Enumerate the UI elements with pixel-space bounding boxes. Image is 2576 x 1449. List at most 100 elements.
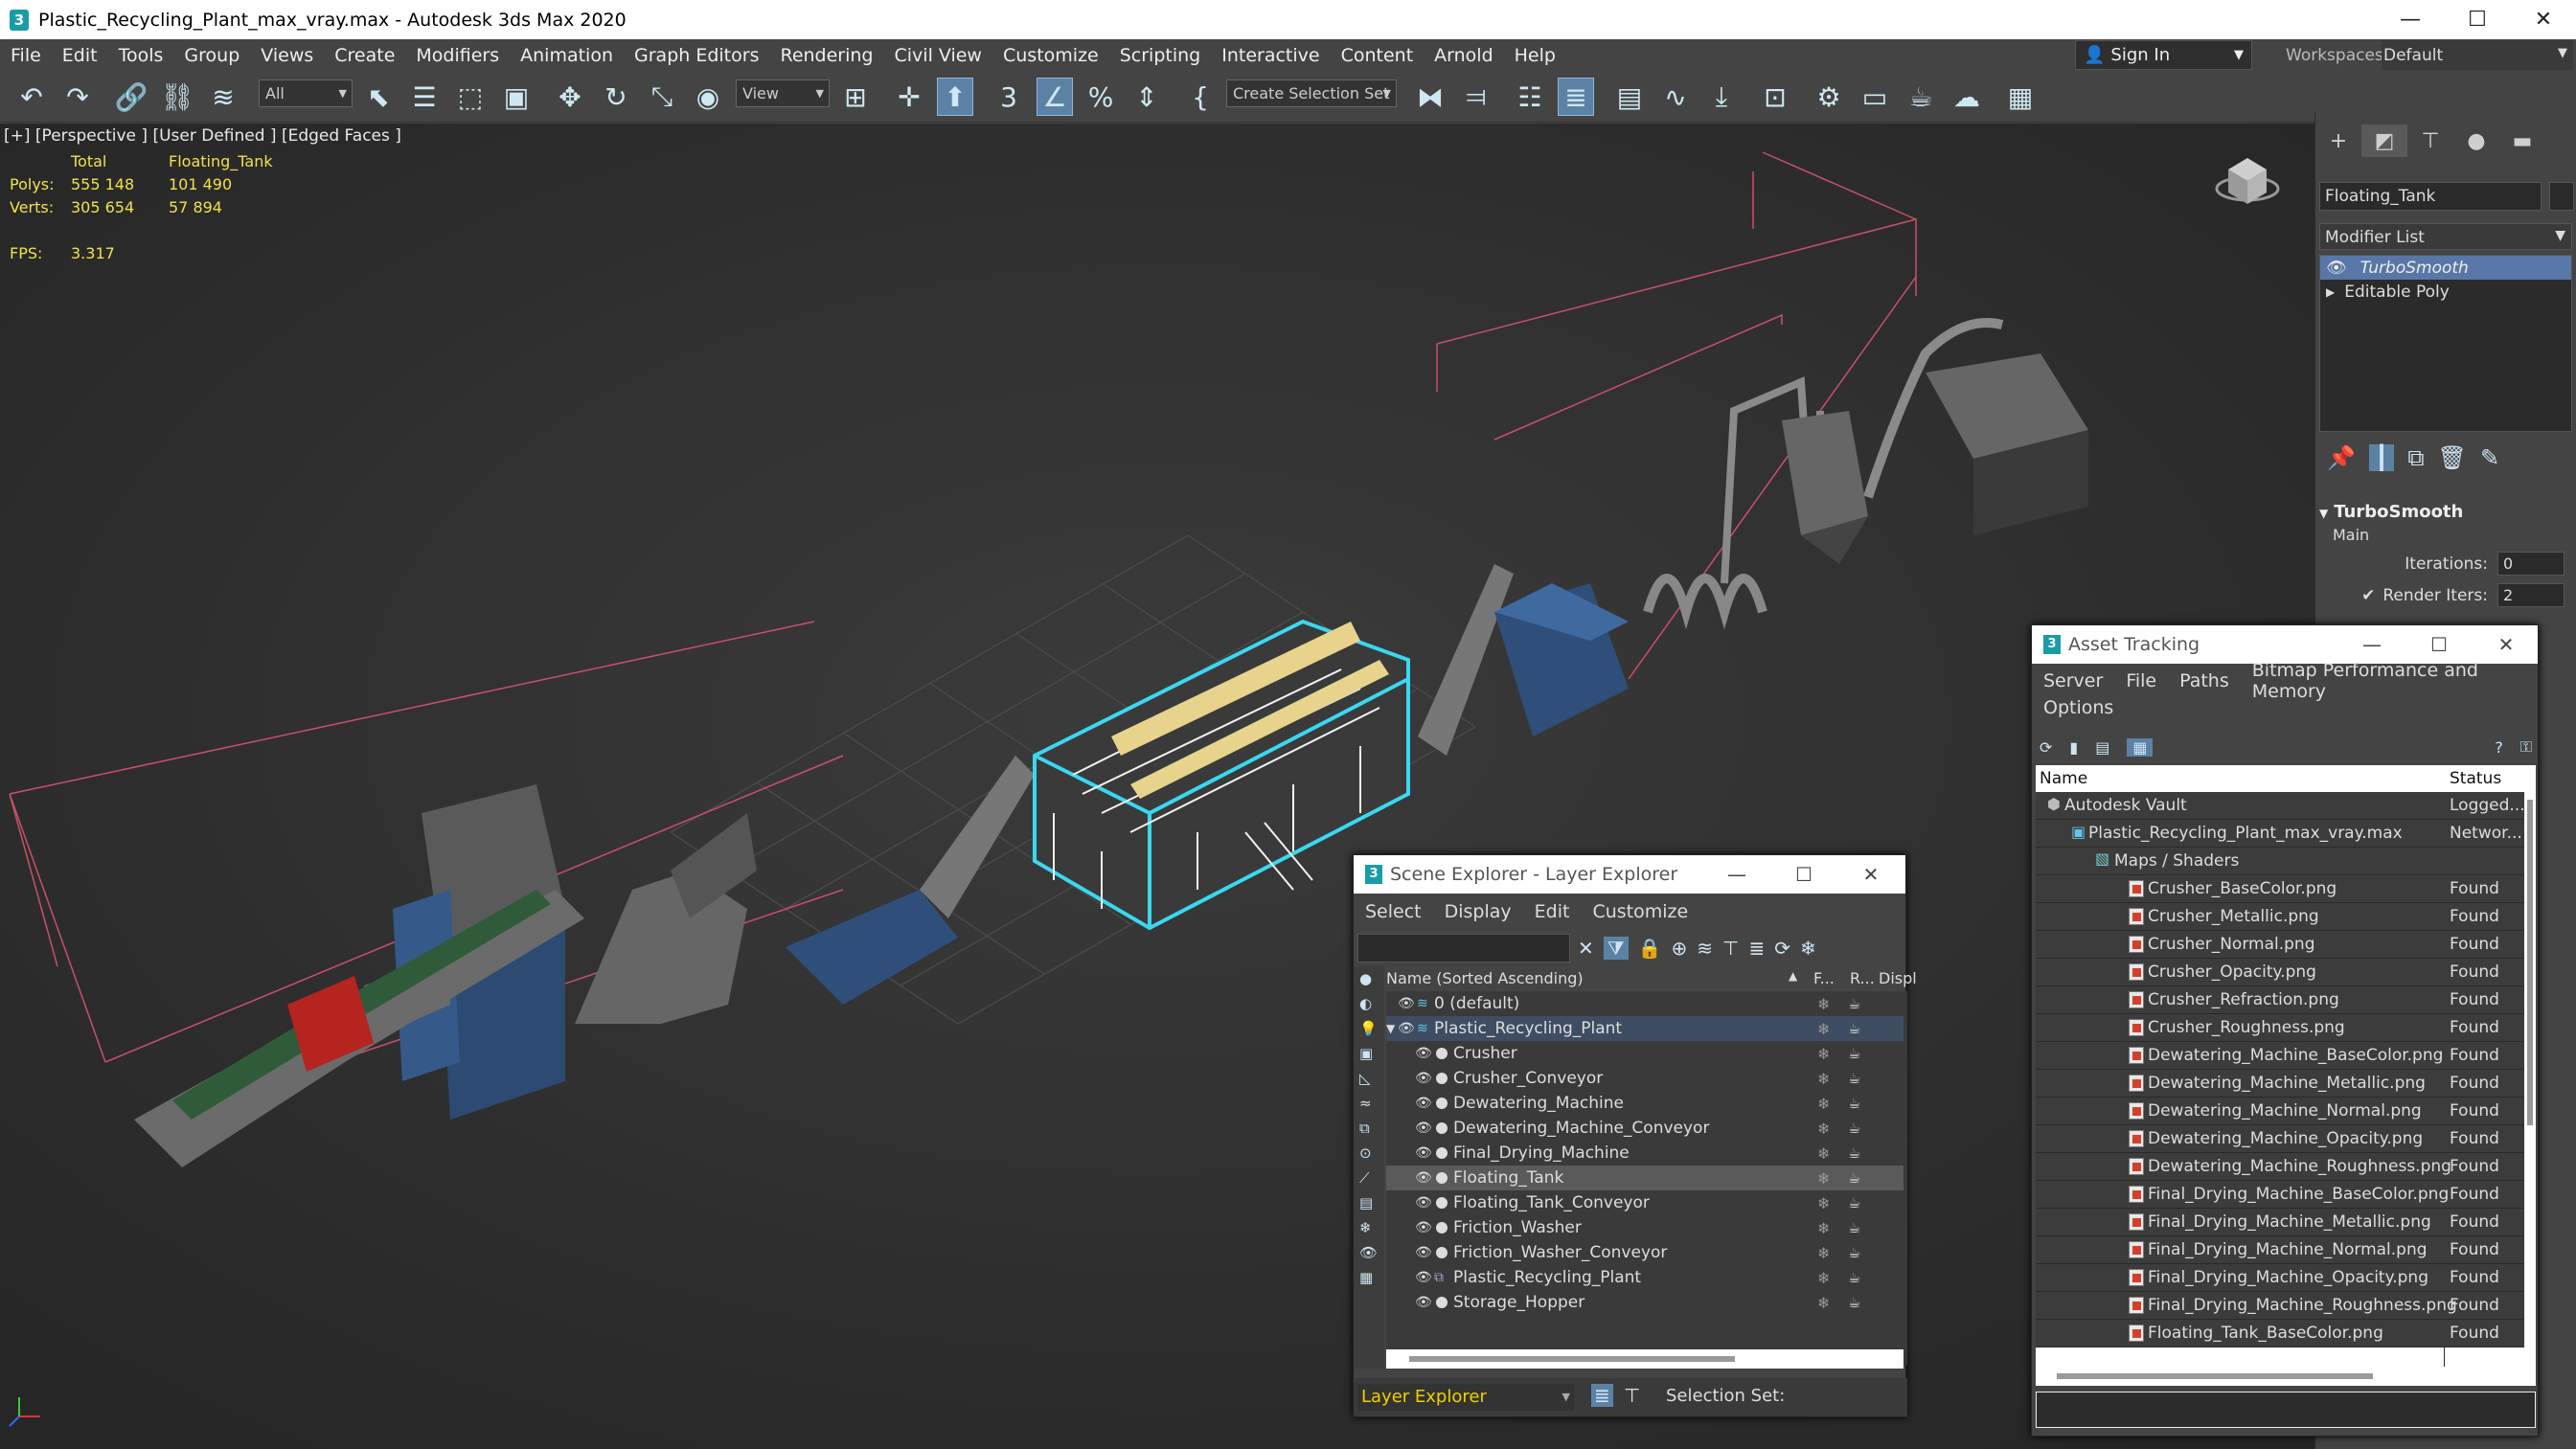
table-row[interactable]: Crusher_Opacity.png Found bbox=[2036, 959, 2524, 986]
visibility-eye-icon[interactable]: 👁 bbox=[1415, 1046, 1432, 1061]
close-button[interactable]: ✕ bbox=[2473, 625, 2540, 664]
search-input[interactable] bbox=[1357, 934, 1570, 962]
freeze-icon[interactable]: ❄ bbox=[1817, 1219, 1830, 1237]
list-item[interactable]: 👁 Friction_Washer ❄ ☕ bbox=[1386, 1215, 1904, 1240]
viewport-label[interactable]: [+] [Perspective ] [User Defined ] [Edge… bbox=[4, 126, 401, 146]
toggle-layer-explorer-icon[interactable]: ≣ bbox=[1558, 78, 1594, 116]
maximize-button[interactable]: ☐ bbox=[2405, 625, 2473, 664]
freeze-icon[interactable]: ❄ bbox=[1817, 995, 1830, 1013]
display-frozen-icon[interactable]: ❄ bbox=[1359, 1219, 1379, 1236]
stack-item-editable-poly[interactable]: ▶ Editable Poly bbox=[2320, 280, 2571, 304]
object-color-swatch[interactable] bbox=[2549, 182, 2574, 211]
display-cameras-icon[interactable]: ▣ bbox=[1359, 1045, 1379, 1062]
undo-icon[interactable]: ↶ bbox=[13, 78, 50, 116]
list-item[interactable]: 👁 ≋ 0 (default) ❄ ☕ bbox=[1386, 991, 1904, 1016]
menu-views[interactable]: Views bbox=[250, 45, 324, 66]
modifier-list-dropdown[interactable]: Modifier List ▼ bbox=[2319, 223, 2572, 250]
list-item[interactable]: 👁 Final_Drying_Machine ❄ ☕ bbox=[1386, 1141, 1904, 1166]
list-view-icon[interactable]: ▮ bbox=[2069, 738, 2078, 757]
freeze-icon[interactable]: ❄ bbox=[1817, 1294, 1830, 1312]
pin-stack-icon[interactable]: 📌 bbox=[2327, 444, 2356, 471]
freeze-icon[interactable]: ❄ bbox=[1817, 1020, 1830, 1038]
col-frozen-header[interactable]: F... bbox=[1813, 969, 1835, 987]
curve-editor-icon[interactable]: ∿ bbox=[1657, 78, 1694, 116]
scale-icon[interactable]: ⤡ bbox=[644, 78, 680, 116]
sign-in-dropdown[interactable]: 👤 Sign In ▼ bbox=[2075, 40, 2252, 70]
list-item[interactable]: 👁 Friction_Washer_Conveyor ❄ ☕ bbox=[1386, 1240, 1904, 1265]
display-spacewarps-icon[interactable]: ≈ bbox=[1359, 1095, 1379, 1112]
list-item[interactable]: 👁 Dewatering_Machine ❄ ☕ bbox=[1386, 1091, 1904, 1116]
se-menu-edit[interactable]: Edit bbox=[1523, 901, 1582, 922]
menu-file[interactable]: File bbox=[0, 45, 52, 66]
select-manipulate-icon[interactable]: ✛ bbox=[891, 78, 927, 116]
table-row[interactable]: Final_Drying_Machine_BaseColor.png Found bbox=[2036, 1181, 2524, 1209]
list-item[interactable]: 👁 Crusher ❄ ☕ bbox=[1386, 1041, 1904, 1066]
render-teapot-icon[interactable]: ☕ bbox=[1848, 995, 1860, 1012]
table-row[interactable]: Dewatering_Machine_Normal.png Found bbox=[2036, 1098, 2524, 1125]
menu-tools[interactable]: Tools bbox=[108, 45, 174, 66]
keyboard-shortcut-override-icon[interactable]: ⬆ bbox=[937, 78, 973, 116]
table-row[interactable]: Final_Drying_Machine_Roughness.png Found bbox=[2036, 1292, 2524, 1320]
display-hidden-icon[interactable]: 👁 bbox=[1359, 1244, 1379, 1261]
create-layer-icon[interactable]: ⊕ bbox=[1672, 937, 1688, 960]
rendered-frame-window-icon[interactable]: ▭ bbox=[1857, 78, 1893, 116]
edit-named-selection-icon[interactable]: { bbox=[1182, 78, 1219, 116]
freeze-icon[interactable]: ❄ bbox=[1817, 1169, 1830, 1188]
select-object-icon[interactable]: ⬉ bbox=[360, 78, 397, 116]
menu-content[interactable]: Content bbox=[1331, 45, 1425, 66]
menu-modifiers[interactable]: Modifiers bbox=[405, 45, 510, 66]
reference-coordinate-dropdown[interactable]: View ▼ bbox=[736, 79, 830, 107]
display-containers-icon[interactable]: ▤ bbox=[1359, 1194, 1379, 1211]
at-menu-server[interactable]: Server bbox=[2032, 670, 2114, 691]
at-menu-file[interactable]: File bbox=[2114, 670, 2168, 691]
lock-icon[interactable]: 🔒 bbox=[1638, 937, 1662, 960]
place-icon[interactable]: ◉ bbox=[690, 78, 726, 116]
highlight-icon[interactable]: ⟳ bbox=[1774, 937, 1790, 960]
explorer-mode-dropdown[interactable]: Layer Explorer ▼ bbox=[1357, 1384, 1574, 1411]
se-menu-select[interactable]: Select bbox=[1354, 901, 1433, 922]
freeze-icon[interactable]: ❄ bbox=[1817, 1045, 1830, 1063]
refresh-icon[interactable]: ⟳ bbox=[2040, 738, 2052, 757]
render-setup-icon[interactable]: ⚙ bbox=[1811, 78, 1847, 116]
select-by-name-icon[interactable]: ☰ bbox=[406, 78, 443, 116]
table-row[interactable]: ▣ Plastic_Recycling_Plant_max_vray.max Net… bbox=[2036, 820, 2524, 848]
menu-create[interactable]: Create bbox=[324, 45, 405, 66]
layers-icon[interactable]: ≣ bbox=[1591, 1384, 1613, 1407]
freeze-icon[interactable]: ❄ bbox=[1817, 1269, 1830, 1287]
menu-customize[interactable]: Customize bbox=[992, 45, 1109, 66]
perspective-viewport[interactable]: [+] [Perspective ] [User Defined ] [Edge… bbox=[0, 124, 2314, 1449]
list-item[interactable]: 👁 Crusher_Conveyor ❄ ☕ bbox=[1386, 1066, 1904, 1091]
display-xrefs-icon[interactable]: ⊙ bbox=[1359, 1144, 1379, 1162]
help-icon[interactable]: ? bbox=[2495, 738, 2503, 757]
visibility-eye-icon[interactable]: 👁 bbox=[1415, 1121, 1432, 1136]
scrollbar-thumb[interactable] bbox=[1409, 1356, 1735, 1362]
visibility-eye-icon[interactable]: 👁 bbox=[1415, 1170, 1432, 1186]
configure-sets-icon[interactable]: ✎ bbox=[2480, 444, 2499, 471]
menu-edit[interactable]: Edit bbox=[52, 45, 108, 66]
menu-arnold[interactable]: Arnold bbox=[1424, 45, 1503, 66]
unlink-icon[interactable]: ⛓ bbox=[159, 78, 195, 116]
table-row[interactable]: Final_Drying_Machine_Metallic.png Found bbox=[2036, 1209, 2524, 1236]
menu-group[interactable]: Group bbox=[173, 45, 250, 66]
scrollbar-thumb[interactable] bbox=[2527, 800, 2533, 1125]
modify-tab-icon[interactable]: ◩ bbox=[2361, 125, 2407, 157]
visibility-eye-icon[interactable]: 👁 bbox=[1415, 1220, 1432, 1235]
table-row[interactable]: Crusher_Metallic.png Found bbox=[2036, 903, 2524, 931]
show-end-result-icon[interactable]: ┃ bbox=[2368, 444, 2395, 471]
mirror-icon[interactable]: ⧓ bbox=[1412, 78, 1448, 116]
list-item[interactable]: 👁 Floating_Tank_Conveyor ❄ ☕ bbox=[1386, 1190, 1904, 1215]
render-production-icon[interactable]: ☕ bbox=[1903, 78, 1939, 116]
toggle-ribbon-icon[interactable]: ▤ bbox=[1611, 78, 1648, 116]
table-row[interactable]: Dewatering_Machine_Opacity.png Found bbox=[2036, 1125, 2524, 1153]
list-item[interactable]: 👁 ⧉ Plastic_Recycling_Plant ❄ ☕ bbox=[1386, 1265, 1904, 1290]
freeze-icon[interactable]: ❄ bbox=[1817, 1070, 1830, 1088]
align-icon[interactable]: ⫤ bbox=[1458, 78, 1494, 116]
at-menu-options[interactable]: Options bbox=[2032, 697, 2125, 718]
freeze-icon[interactable]: ❄ bbox=[1817, 1120, 1830, 1138]
display-lights-icon[interactable]: 💡 bbox=[1359, 1020, 1379, 1037]
render-iters-checkbox[interactable]: ✔ bbox=[2361, 586, 2375, 605]
render-teapot-icon[interactable]: ☕ bbox=[1848, 1045, 1860, 1062]
table-row[interactable]: Dewatering_Machine_BaseColor.png Found bbox=[2036, 1042, 2524, 1070]
menu-animation[interactable]: Animation bbox=[510, 45, 624, 66]
grid-view-icon[interactable]: ▦ bbox=[2127, 737, 2154, 757]
